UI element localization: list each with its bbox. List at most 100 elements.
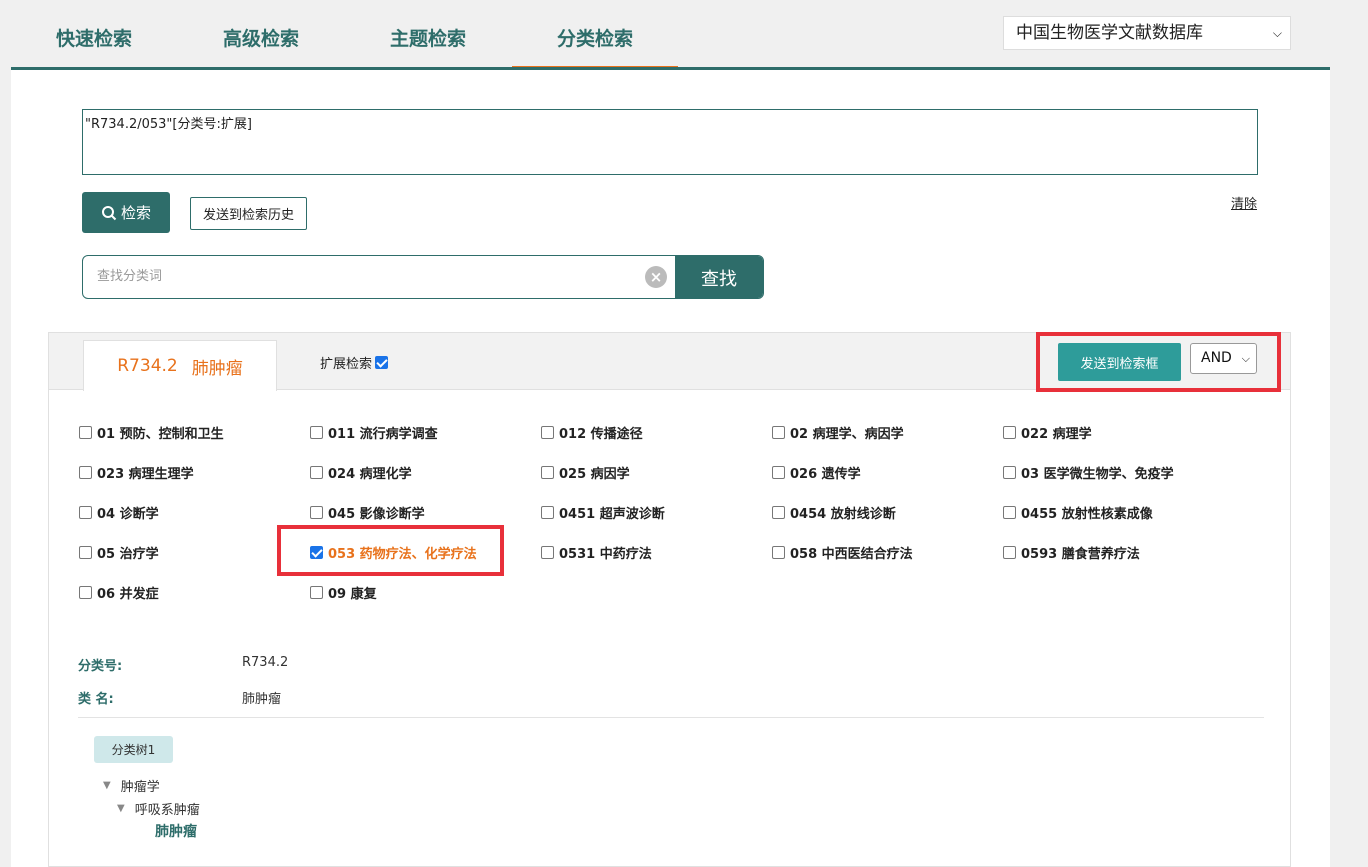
- expand-search-label: 扩展检索: [320, 357, 373, 372]
- subheading-option[interactable]: 0451 超声波诊断: [541, 503, 665, 522]
- subheading-checkbox[interactable]: [541, 466, 554, 479]
- subheading-checkbox[interactable]: [79, 586, 92, 599]
- database-select[interactable]: 中国生物医学文献数据库 ⌵: [1003, 16, 1291, 50]
- subheading-checkbox[interactable]: [79, 506, 92, 519]
- subheading-label: 06 并发症: [97, 587, 159, 602]
- highlight-box-subheading: [277, 525, 504, 576]
- triangle-down-icon[interactable]: ▼: [103, 780, 111, 791]
- subheading-label: 03 医学微生物学、免疫学: [1021, 467, 1174, 482]
- subheading-label: 023 病理生理学: [97, 467, 194, 482]
- subheading-option[interactable]: 058 中西医结合疗法: [772, 543, 913, 562]
- subheading-label: 026 遗传学: [790, 467, 861, 482]
- send-to-history-button[interactable]: 发送到检索历史: [190, 197, 307, 230]
- subheading-checkbox[interactable]: [1003, 426, 1016, 439]
- tree-node-level1[interactable]: ▼ 肿瘤学: [103, 776, 160, 795]
- query-textarea[interactable]: "R734.2/053"[分类号:扩展]: [82, 109, 1258, 175]
- tab-quick-search[interactable]: 快速检索: [40, 24, 148, 70]
- subheading-checkbox[interactable]: [772, 466, 785, 479]
- subheading-option[interactable]: 01 预防、控制和卫生: [79, 423, 224, 442]
- chevron-down-icon: ⌵: [1241, 352, 1250, 365]
- subheading-option[interactable]: 0455 放射性核素成像: [1003, 503, 1153, 522]
- subheading-label: 0455 放射性核素成像: [1021, 507, 1153, 522]
- subheading-label: 01 预防、控制和卫生: [97, 427, 224, 442]
- subheading-label: 025 病因学: [559, 467, 630, 482]
- find-classification-input[interactable]: 查找分类词: [97, 256, 162, 298]
- subheading-option[interactable]: 0531 中药疗法: [541, 543, 652, 562]
- subheading-option[interactable]: 023 病理生理学: [79, 463, 194, 482]
- subheading-checkbox[interactable]: [772, 546, 785, 559]
- tab-subject-search[interactable]: 主题检索: [374, 24, 482, 70]
- subheading-option[interactable]: 06 并发症: [79, 583, 159, 602]
- subheading-option[interactable]: 012 传播途径: [541, 423, 643, 442]
- subheading-checkbox[interactable]: [541, 546, 554, 559]
- find-button[interactable]: 查找: [675, 256, 763, 298]
- subheading-option[interactable]: 0454 放射线诊断: [772, 503, 896, 522]
- triangle-down-icon[interactable]: ▼: [117, 803, 125, 814]
- divider: [78, 717, 1264, 718]
- subheading-checkbox[interactable]: [79, 426, 92, 439]
- subheading-checkbox[interactable]: [310, 426, 323, 439]
- expand-search-option: 扩展检索: [320, 353, 389, 372]
- subheading-option[interactable]: 024 病理化学: [310, 463, 412, 482]
- subheading-option[interactable]: 04 诊断学: [79, 503, 159, 522]
- subheading-checkbox[interactable]: [79, 546, 92, 559]
- tree-node-leaf[interactable]: 肺肿瘤: [155, 821, 197, 841]
- subheading-checkbox[interactable]: [310, 506, 323, 519]
- find-classification-bar: 查找分类词 × 查找: [82, 255, 764, 299]
- subheading-checkbox[interactable]: [310, 466, 323, 479]
- search-button-label: 检索: [120, 204, 151, 222]
- expand-search-checkbox[interactable]: [375, 356, 389, 369]
- subheading-label: 0451 超声波诊断: [559, 507, 665, 522]
- category-name: 肺肿瘤: [191, 358, 243, 379]
- operator-select[interactable]: AND ⌵: [1190, 343, 1257, 374]
- chevron-down-icon: ⌵: [1272, 26, 1282, 40]
- clear-link[interactable]: 清除: [1231, 193, 1257, 212]
- send-to-query-button[interactable]: 发送到检索框: [1058, 343, 1181, 381]
- subheading-label: 011 流行病学调查: [328, 427, 438, 442]
- top-nav: 快速检索 高级检索 主题检索 分类检索 中国生物医学文献数据库 ⌵: [0, 0, 1330, 70]
- search-icon: [101, 205, 117, 220]
- subheading-option[interactable]: 0593 膳食营养疗法: [1003, 543, 1140, 562]
- tab-advanced-search[interactable]: 高级检索: [207, 24, 315, 70]
- database-select-value: 中国生物医学文献数据库: [1016, 23, 1203, 43]
- subheading-label: 0593 膳食营养疗法: [1021, 547, 1140, 562]
- subheading-checkbox[interactable]: [79, 466, 92, 479]
- search-button[interactable]: 检索: [82, 192, 170, 233]
- subheading-option[interactable]: 022 病理学: [1003, 423, 1092, 442]
- category-code: R734.2: [117, 356, 178, 376]
- code-label: 分类号:: [78, 659, 123, 674]
- subheading-label: 058 中西医结合疗法: [790, 547, 913, 562]
- subheading-label: 024 病理化学: [328, 467, 412, 482]
- subheading-option[interactable]: 09 康复: [310, 583, 377, 602]
- tree-node-level2[interactable]: ▼ 呼吸系肿瘤: [117, 799, 200, 818]
- clear-input-icon[interactable]: ×: [645, 266, 667, 288]
- tab-classification-search[interactable]: 分类检索: [512, 24, 678, 70]
- subheading-label: 022 病理学: [1021, 427, 1092, 442]
- subheading-option[interactable]: 025 病因学: [541, 463, 630, 482]
- subheading-label: 04 诊断学: [97, 507, 159, 522]
- name-value: 肺肿瘤: [242, 692, 282, 707]
- subheading-option[interactable]: 03 医学微生物学、免疫学: [1003, 463, 1174, 482]
- subheading-label: 05 治疗学: [97, 547, 159, 562]
- tree-node-label: 呼吸系肿瘤: [134, 803, 200, 818]
- subheading-label: 045 影像诊断学: [328, 507, 425, 522]
- subheading-checkbox[interactable]: [1003, 506, 1016, 519]
- subheading-checkbox[interactable]: [772, 426, 785, 439]
- subheading-option[interactable]: 05 治疗学: [79, 543, 159, 562]
- tree-tab[interactable]: 分类树1: [94, 736, 173, 763]
- classification-panel: R734.2 肺肿瘤 扩展检索: [48, 332, 1291, 867]
- subheading-checkbox[interactable]: [310, 586, 323, 599]
- subheading-option[interactable]: 045 影像诊断学: [310, 503, 425, 522]
- subheading-checkbox[interactable]: [1003, 466, 1016, 479]
- subheading-label: 02 病理学、病因学: [790, 427, 904, 442]
- operator-select-value: AND: [1201, 350, 1232, 366]
- subheading-label: 0454 放射线诊断: [790, 507, 896, 522]
- category-tab[interactable]: R734.2 肺肿瘤: [83, 340, 277, 391]
- subheading-option[interactable]: 011 流行病学调查: [310, 423, 438, 442]
- subheading-checkbox[interactable]: [772, 506, 785, 519]
- subheading-option[interactable]: 02 病理学、病因学: [772, 423, 904, 442]
- subheading-option[interactable]: 026 遗传学: [772, 463, 861, 482]
- subheading-checkbox[interactable]: [541, 426, 554, 439]
- subheading-checkbox[interactable]: [1003, 546, 1016, 559]
- subheading-checkbox[interactable]: [541, 506, 554, 519]
